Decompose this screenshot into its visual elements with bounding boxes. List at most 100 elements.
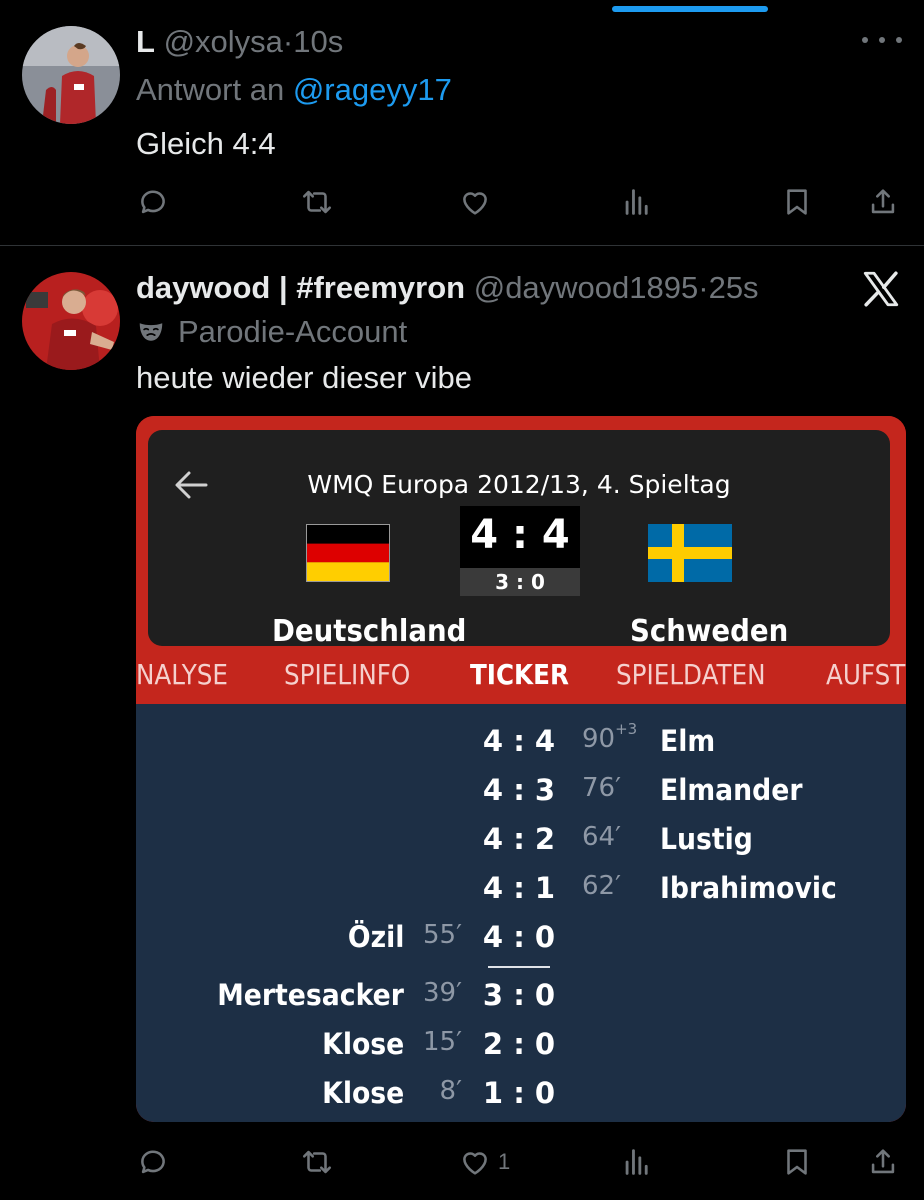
handle[interactable]: @xolysa	[164, 24, 283, 59]
retweet-icon	[302, 190, 332, 214]
match-header: WMQ Europa 2012/13, 4. Spieltag 4 : 4 3 …	[136, 416, 906, 704]
avatar[interactable]	[22, 26, 120, 124]
ticker-player: Klose	[321, 1027, 404, 1061]
ticker-row: Klose 8′ 1 : 0	[136, 1076, 906, 1116]
ticker-minute: 76′	[582, 773, 621, 803]
ticker-row: Klose 15′ 2 : 0	[136, 1027, 906, 1067]
parody-text: Parodie-Account	[178, 314, 408, 349]
parody-label: Parodie-Account	[136, 314, 407, 350]
views-icon	[625, 1149, 648, 1175]
share-icon	[871, 189, 895, 214]
ticker-score: 4 : 1	[482, 871, 556, 905]
ticker-score: 4 : 4	[482, 724, 556, 758]
like-icon	[463, 192, 487, 215]
bookmark-button[interactable]	[780, 1142, 814, 1182]
ticker-score: 4 : 2	[482, 822, 556, 856]
ticker-score: 2 : 0	[482, 1027, 556, 1061]
display-name[interactable]: L	[136, 24, 155, 59]
home-team-name: Deutschland	[272, 614, 467, 649]
x-logo-icon[interactable]	[860, 268, 902, 310]
bookmark-icon	[787, 189, 807, 215]
ticker-player: Mertesacker	[217, 978, 404, 1012]
bookmark-button[interactable]	[780, 182, 814, 222]
reply-context: Antwort an @rageyy17	[136, 72, 452, 108]
ticker-minute: 15′	[423, 1027, 462, 1057]
goal-ticker: 4 : 4 90+3 Elm 4 : 3 76′ Elmander 4 : 2 …	[136, 704, 906, 1122]
reply-icon	[141, 190, 165, 214]
ticker-minute: 8′	[439, 1076, 462, 1106]
ticker-minute: 62′	[582, 871, 621, 901]
tweet-text: Gleich 4:4	[136, 126, 276, 161]
tweet-header: L @xolysa·10s	[136, 24, 343, 60]
views-button[interactable]	[620, 182, 654, 222]
tweet-header: daywood | #freemyron @daywood1895·25s	[136, 270, 759, 306]
more-icon[interactable]	[862, 28, 902, 52]
like-count: 1	[498, 1149, 511, 1174]
halftime-divider	[488, 966, 550, 968]
like-button[interactable]: 1	[458, 1142, 510, 1182]
like-icon	[463, 1152, 487, 1175]
views-icon	[625, 189, 648, 215]
tweet-text: heute wieder dieser vibe	[136, 360, 473, 395]
action-bar: 1	[136, 1142, 906, 1182]
ticker-minute: 90+3	[582, 720, 638, 754]
tab-analyse[interactable]: NALYSE	[136, 658, 228, 691]
retweet-button[interactable]	[300, 182, 334, 222]
ticker-minute: 64′	[582, 822, 621, 852]
ticker-player: Elmander	[660, 773, 803, 807]
germany-flag-icon	[306, 524, 390, 582]
ticker-minute: 39′	[423, 978, 462, 1008]
views-button[interactable]	[620, 1142, 654, 1182]
timestamp[interactable]: 25s	[709, 270, 759, 305]
tab-aufstellung[interactable]: AUFST	[826, 658, 905, 691]
like-button[interactable]	[458, 182, 492, 222]
ticker-score: 4 : 0	[482, 920, 556, 954]
separator: ·	[698, 270, 709, 305]
retweet-icon	[302, 1150, 332, 1174]
display-name[interactable]: daywood | #freemyron	[136, 270, 465, 305]
ticker-row: Özil 55′ 4 : 0	[136, 920, 906, 960]
share-icon	[871, 1149, 895, 1174]
reply-button[interactable]	[136, 1142, 170, 1182]
mask-icon	[139, 323, 163, 341]
score-panel: WMQ Europa 2012/13, 4. Spieltag 4 : 4 3 …	[148, 430, 890, 649]
tab-spieldaten[interactable]: SPIELDATEN	[616, 658, 766, 691]
reply-icon	[141, 1150, 165, 1174]
handle[interactable]: @daywood1895	[474, 270, 699, 305]
tab-spielinfo[interactable]: SPIELINFO	[284, 658, 410, 691]
reply-prefix: Antwort an	[136, 72, 285, 107]
ticker-score: 4 : 3	[482, 773, 556, 807]
share-button[interactable]	[866, 1142, 900, 1182]
ticker-player: Elm	[660, 724, 716, 758]
tweet[interactable]: L @xolysa·10s Antwort an @rageyy17 Gleic…	[0, 0, 924, 246]
avatar[interactable]	[22, 272, 120, 370]
match-tabs: NALYSE SPIELINFO TICKER SPIELDATEN AUFST	[136, 658, 906, 704]
ticker-minute: 55′	[423, 920, 462, 950]
retweet-button[interactable]	[300, 1142, 334, 1182]
ticker-row: 4 : 4 90+3 Elm	[136, 720, 906, 764]
timestamp[interactable]: 10s	[293, 24, 343, 59]
tweet-image[interactable]: WMQ Europa 2012/13, 4. Spieltag 4 : 4 3 …	[136, 416, 906, 1122]
bookmark-icon	[787, 1149, 807, 1175]
separator: ·	[282, 24, 294, 59]
ticker-row: 4 : 1 62′ Ibrahimovic	[136, 871, 906, 911]
ticker-row: 4 : 2 64′ Lustig	[136, 822, 906, 862]
ticker-score: 3 : 0	[482, 978, 556, 1012]
ticker-row: Mertesacker 39′ 3 : 0	[136, 978, 906, 1018]
reply-to-link[interactable]: @rageyy17	[293, 72, 452, 107]
scorebox: 4 : 4 3 : 0	[460, 506, 580, 596]
action-bar	[136, 182, 906, 222]
halftime-score: 3 : 0	[460, 568, 580, 596]
reply-button[interactable]	[136, 182, 170, 222]
tweet[interactable]: daywood | #freemyron @daywood1895·25s Pa…	[0, 246, 924, 1200]
ticker-player: Özil	[347, 920, 404, 954]
ticker-score: 1 : 0	[482, 1076, 556, 1110]
match-title: WMQ Europa 2012/13, 4. Spieltag	[307, 470, 731, 499]
share-button[interactable]	[866, 182, 900, 222]
ticker-player: Ibrahimovic	[660, 871, 837, 905]
final-score: 4 : 4	[470, 512, 570, 558]
ticker-player: Lustig	[660, 822, 753, 856]
ticker-player: Klose	[321, 1076, 404, 1110]
away-team-name: Schweden	[630, 614, 789, 649]
tab-ticker[interactable]: TICKER	[470, 658, 569, 691]
